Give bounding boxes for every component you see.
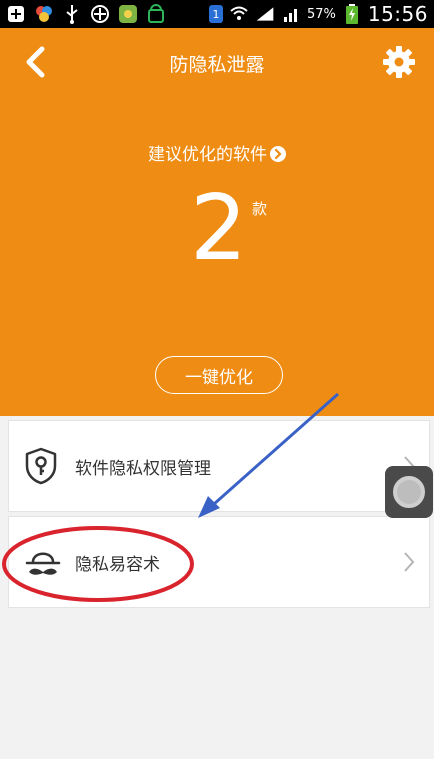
usb-icon: [62, 4, 82, 24]
notification-badge: 1: [208, 5, 223, 23]
wifi-icon: [229, 4, 249, 24]
chevron-right-circle-icon: [270, 146, 286, 162]
battery-charging-icon: [342, 4, 362, 24]
status-bar-left-icons: [6, 4, 166, 24]
bag-icon: [146, 4, 166, 24]
list-item-label: 隐私易容术: [75, 554, 160, 575]
app-green-icon: [118, 4, 138, 24]
list-item-label: 软件隐私权限管理: [75, 458, 211, 479]
app-count-unit: 款: [252, 200, 268, 218]
hat-mustache-icon: [23, 542, 61, 582]
shield-key-icon: [23, 446, 59, 486]
summary-panel: 建议优化的软件 2 款 一键优化: [0, 96, 434, 416]
status-bar: 1 57% 15:56: [0, 0, 434, 28]
app-header: 防隐私泄露: [0, 28, 434, 96]
assistive-touch-icon: [393, 476, 425, 508]
suggested-apps-label: 建议优化的软件: [148, 145, 267, 165]
feature-list: 软件隐私权限管理 隐私易容术: [8, 420, 430, 612]
gear-icon: [383, 46, 415, 78]
page-title: 防隐私泄露: [169, 54, 265, 76]
suggested-apps-link[interactable]: 建议优化的软件: [0, 140, 434, 165]
list-item-privacy-permissions[interactable]: 软件隐私权限管理: [8, 420, 430, 512]
list-item-privacy-disguise[interactable]: 隐私易容术: [8, 516, 430, 608]
settings-button[interactable]: [382, 45, 416, 79]
color-balls-icon: [34, 4, 54, 24]
signal-2-icon: [281, 4, 301, 24]
chevron-right-icon: [403, 551, 415, 573]
one-click-optimize-button[interactable]: 一键优化: [155, 356, 283, 394]
crosshair-icon: [90, 4, 110, 24]
battery-percent: 57%: [306, 6, 336, 22]
add-icon: [6, 4, 26, 24]
floating-assistive-button[interactable]: [385, 466, 433, 518]
signal-icon: [255, 4, 275, 24]
app-count: 2: [190, 176, 248, 281]
clock: 15:56: [367, 2, 428, 26]
status-bar-right-icons: 1 57% 15:56: [208, 2, 428, 26]
